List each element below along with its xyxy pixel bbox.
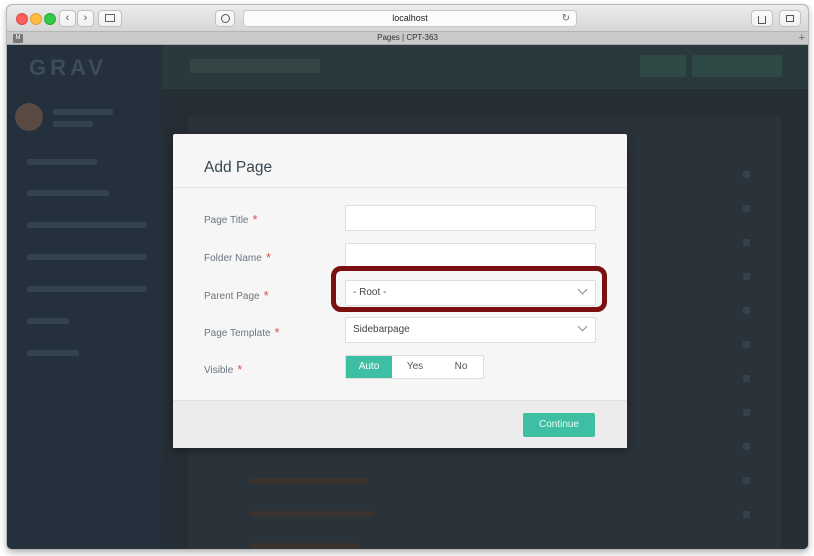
sidebar-item-plugins[interactable] bbox=[27, 254, 147, 260]
page-title-input[interactable] bbox=[345, 205, 596, 231]
page-template-value: Sidebarpage bbox=[353, 324, 410, 335]
reader-icon bbox=[220, 14, 230, 23]
visible-toggle: Auto Yes No bbox=[345, 355, 484, 379]
list-item[interactable] bbox=[743, 375, 750, 382]
reload-icon[interactable]: ↻ bbox=[562, 11, 570, 26]
sidebar-item-logout[interactable] bbox=[27, 350, 79, 356]
list-item[interactable] bbox=[743, 205, 750, 212]
required-marker: * bbox=[274, 325, 280, 340]
parent-page-label: Parent Page * bbox=[204, 288, 269, 303]
forward-icon: › bbox=[83, 12, 88, 24]
grav-logo: GRAV bbox=[29, 55, 107, 80]
tabs-overview-button[interactable] bbox=[779, 10, 801, 27]
sidebar-item-configuration[interactable] bbox=[27, 190, 109, 196]
list-item[interactable] bbox=[743, 443, 750, 450]
chevron-down-icon bbox=[577, 321, 588, 332]
list-item[interactable] bbox=[743, 477, 750, 484]
filter-icon bbox=[743, 129, 750, 136]
required-marker: * bbox=[263, 288, 269, 303]
visible-option-yes[interactable]: Yes bbox=[392, 356, 438, 378]
sidebar-item-tools[interactable] bbox=[27, 318, 69, 324]
admin-sidebar: GRAV bbox=[7, 45, 162, 549]
sidebar-icon bbox=[105, 14, 115, 22]
share-icon bbox=[758, 16, 766, 24]
required-marker: * bbox=[252, 212, 258, 227]
list-item-title bbox=[250, 543, 360, 549]
required-marker: * bbox=[237, 362, 243, 377]
page-heading bbox=[190, 59, 320, 73]
page-template-select[interactable]: Sidebarpage bbox=[345, 317, 596, 343]
share-button[interactable] bbox=[751, 10, 773, 27]
title-bar: ‹ › localhost ↻ bbox=[7, 5, 808, 32]
list-item[interactable] bbox=[743, 171, 750, 178]
page-template-label: Page Template * bbox=[204, 325, 280, 340]
list-item[interactable] bbox=[743, 239, 750, 246]
sidebar-item-dashboard[interactable] bbox=[27, 159, 97, 165]
visible-option-auto[interactable]: Auto bbox=[346, 356, 392, 378]
avatar bbox=[15, 103, 43, 131]
list-item[interactable] bbox=[743, 273, 750, 280]
sidebar-item-pages[interactable] bbox=[27, 222, 147, 228]
list-item[interactable] bbox=[743, 307, 750, 314]
modal-footer: Continue bbox=[173, 400, 627, 448]
url-text: localhost bbox=[392, 13, 428, 23]
sidebar-user-role bbox=[53, 121, 93, 127]
new-tab-icon[interactable]: + bbox=[799, 32, 805, 44]
list-item[interactable] bbox=[743, 511, 750, 518]
forward-button[interactable]: › bbox=[77, 10, 94, 27]
required-marker: * bbox=[265, 250, 271, 265]
minimize-window-button[interactable] bbox=[30, 13, 42, 25]
tab-title[interactable]: Pages | CPT-363 bbox=[377, 33, 438, 42]
list-item[interactable] bbox=[743, 409, 750, 416]
topbar-button-back[interactable] bbox=[640, 55, 686, 77]
sidebar-user-name bbox=[53, 109, 113, 115]
parent-page-highlight bbox=[331, 266, 607, 312]
list-item-title bbox=[250, 478, 368, 484]
modal-title: Add Page bbox=[204, 159, 273, 176]
tab-bar: M Pages | CPT-363 + bbox=[7, 32, 808, 45]
reader-button[interactable] bbox=[215, 10, 235, 27]
admin-topbar bbox=[162, 45, 808, 89]
visible-label: Visible * bbox=[204, 362, 243, 377]
sidebar-toggle-button[interactable] bbox=[98, 10, 122, 27]
address-bar[interactable]: localhost ↻ bbox=[243, 10, 577, 27]
zoom-window-button[interactable] bbox=[44, 13, 56, 25]
continue-button[interactable]: Continue bbox=[523, 413, 595, 437]
modal-header: Add Page bbox=[173, 134, 627, 188]
sidebar-item-themes[interactable] bbox=[27, 286, 147, 292]
back-icon: ‹ bbox=[65, 12, 70, 24]
favicon-icon: M bbox=[13, 34, 23, 43]
visible-option-no[interactable]: No bbox=[438, 356, 484, 378]
list-item-title bbox=[250, 511, 374, 517]
list-item[interactable] bbox=[743, 341, 750, 348]
topbar-button-add[interactable] bbox=[692, 55, 782, 77]
page-title-label: Page Title * bbox=[204, 212, 258, 227]
folder-name-label: Folder Name * bbox=[204, 250, 271, 265]
back-button[interactable]: ‹ bbox=[59, 10, 76, 27]
close-window-button[interactable] bbox=[16, 13, 28, 25]
tabs-icon bbox=[786, 15, 794, 22]
